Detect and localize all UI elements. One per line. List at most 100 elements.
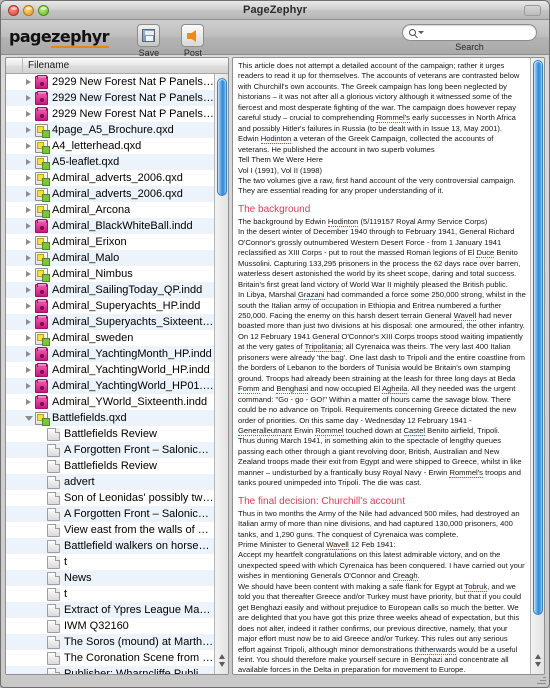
- disclosure-triangle-closed-icon[interactable]: [24, 127, 33, 133]
- toolbar-toggle-button[interactable]: [524, 5, 541, 16]
- disclosure-triangle-closed-icon[interactable]: [24, 239, 33, 245]
- document-text[interactable]: This article does not attempt a detailed…: [233, 58, 530, 674]
- indd-file-icon: [35, 346, 48, 361]
- doc-file-icon: [47, 603, 60, 617]
- scroll-up-icon[interactable]: [534, 653, 541, 659]
- chevron-down-icon[interactable]: [418, 31, 424, 34]
- scroll-up-icon[interactable]: [218, 653, 225, 659]
- post-button[interactable]: Post: [171, 24, 215, 58]
- disclosure-triangle-closed-icon[interactable]: [24, 207, 33, 213]
- file-list-scroll-track[interactable]: [216, 74, 227, 646]
- file-name-label: Battlefields Review: [64, 428, 157, 440]
- file-list-item[interactable]: 2929 New Forest Nat P Panels.indd: [6, 74, 214, 90]
- file-list-item[interactable]: Admiral_YWorld_Sixteenth.indd: [6, 394, 214, 410]
- file-name-label: Battlefield walkers on horseback...: [64, 540, 214, 552]
- disclosure-triangle-closed-icon[interactable]: [24, 223, 33, 229]
- disclosure-triangle-closed-icon[interactable]: [24, 367, 33, 373]
- disclosure-triangle-closed-icon[interactable]: [24, 255, 33, 261]
- file-list-item[interactable]: Publisher: Wharncliffe Publishing...: [6, 666, 214, 674]
- doc-bg-p5: Thus during March 1941, in something aki…: [238, 436, 522, 488]
- file-list-item[interactable]: The Soros (mound) at Marthon fr...: [6, 634, 214, 650]
- disclosure-triangle-closed-icon[interactable]: [24, 319, 33, 325]
- disclosure-triangle-closed-icon[interactable]: [24, 95, 33, 101]
- post-icon: [181, 24, 205, 47]
- file-list-item[interactable]: A Forgotten Front – Salonica: Fir...: [6, 506, 214, 522]
- file-list-item[interactable]: Admiral_Erixon: [6, 234, 214, 250]
- doc-file-icon: [47, 651, 60, 665]
- scroll-down-icon[interactable]: [218, 661, 225, 667]
- file-list-item[interactable]: A5-leaflet.qxd: [6, 154, 214, 170]
- disclosure-triangle-open-icon[interactable]: [24, 415, 33, 421]
- doc-file-icon: [47, 459, 60, 473]
- file-list-item[interactable]: A4_letterhead.qxd: [6, 138, 214, 154]
- qxd-file-icon: [35, 411, 50, 426]
- file-list-item[interactable]: Admiral_adverts_2006.qxd: [6, 186, 214, 202]
- file-list-item[interactable]: Admiral_BlackWhiteBall.indd: [6, 218, 214, 234]
- file-name-label: 4page_A5_Brochure.qxd: [52, 124, 174, 136]
- file-list-item[interactable]: Admiral_sweden: [6, 330, 214, 346]
- file-list-item[interactable]: Admiral_Nimbus: [6, 266, 214, 282]
- file-list-item[interactable]: 2929 New Forest Nat P Panels02.indd: [6, 90, 214, 106]
- search-input[interactable]: [427, 26, 536, 39]
- file-list-item[interactable]: Admiral_Superyachts_Sixteenth.indd: [6, 314, 214, 330]
- file-list-item[interactable]: The Coronation Scene from Nap...: [6, 650, 214, 666]
- file-list-item[interactable]: Battlefields.qxd: [6, 410, 214, 426]
- file-list-item[interactable]: Extract of Ypres League Map of t...: [6, 602, 214, 618]
- text-viewer-scroll-track[interactable]: [532, 58, 543, 646]
- file-name-label: Admiral_Malo: [52, 252, 120, 264]
- file-list-item[interactable]: 4page_A5_Brochure.qxd: [6, 122, 214, 138]
- file-list-item[interactable]: Battlefields Review: [6, 458, 214, 474]
- file-list-item[interactable]: IWM Q32160: [6, 618, 214, 634]
- file-list-scroll-arrows[interactable]: [215, 646, 228, 674]
- disclosure-triangle-closed-icon[interactable]: [24, 351, 33, 357]
- file-list-item[interactable]: t: [6, 554, 214, 570]
- disclosure-triangle-closed-icon[interactable]: [24, 383, 33, 389]
- file-list-item[interactable]: Admiral_SailingToday_QP.indd: [6, 282, 214, 298]
- file-list-item[interactable]: Admiral_Malo: [6, 250, 214, 266]
- text-viewer-scroll-arrows[interactable]: [531, 646, 544, 674]
- search-field[interactable]: [402, 24, 537, 41]
- file-list-item[interactable]: advert: [6, 474, 214, 490]
- file-name-label: Admiral_adverts_2006.qxd: [52, 188, 183, 200]
- disclosure-triangle-closed-icon[interactable]: [24, 159, 33, 165]
- text-viewer-scrollbar[interactable]: [530, 58, 544, 674]
- save-button[interactable]: Save: [127, 24, 171, 58]
- file-list-item[interactable]: Admiral_Superyachts_HP.indd: [6, 298, 214, 314]
- disclosure-triangle-closed-icon[interactable]: [24, 191, 33, 197]
- disclosure-triangle-closed-icon[interactable]: [24, 79, 33, 85]
- file-list-item[interactable]: Battlefield walkers on horseback...: [6, 538, 214, 554]
- file-list-item[interactable]: Son of Leonidas' possibly twin b...: [6, 490, 214, 506]
- file-list-scrollbar[interactable]: [214, 74, 228, 674]
- file-list-scroll-thumb[interactable]: [217, 78, 227, 196]
- disclosure-triangle-closed-icon[interactable]: [24, 335, 33, 341]
- window-resize-grip[interactable]: [535, 673, 548, 686]
- disclosure-triangle-closed-icon[interactable]: [24, 399, 33, 405]
- qxd-file-icon: [35, 187, 50, 202]
- disclosure-triangle-closed-icon[interactable]: [24, 271, 33, 277]
- indd-file-icon: [35, 314, 48, 329]
- file-list-item[interactable]: Admiral_YachtingMonth_HP.indd: [6, 346, 214, 362]
- disclosure-triangle-closed-icon[interactable]: [24, 303, 33, 309]
- disclosure-triangle-closed-icon[interactable]: [24, 175, 33, 181]
- qxd-file-icon: [35, 123, 50, 138]
- file-list-item[interactable]: Admiral_YachtingWorld_HP01.indd: [6, 378, 214, 394]
- file-name-label: Admiral_YachtingMonth_HP.indd: [52, 348, 212, 360]
- file-list-item[interactable]: Admiral_Arcona: [6, 202, 214, 218]
- file-list-item[interactable]: News: [6, 570, 214, 586]
- file-list-item[interactable]: Admiral_adverts_2006.qxd: [6, 170, 214, 186]
- file-list-item[interactable]: Admiral_YachtingWorld_HP.indd: [6, 362, 214, 378]
- column-header-filename[interactable]: Filename: [23, 60, 69, 71]
- disclosure-triangle-closed-icon[interactable]: [24, 287, 33, 293]
- text-viewer-scroll-thumb[interactable]: [533, 60, 543, 615]
- file-list-item[interactable]: 2929 New Forest Nat P Panels03.indd: [6, 106, 214, 122]
- scroll-down-icon[interactable]: [534, 661, 541, 667]
- file-name-label: Admiral_YachtingWorld_HP01.indd: [52, 380, 214, 392]
- file-list-item[interactable]: A Forgotten Front – Salonica: Fir...: [6, 442, 214, 458]
- file-list-item[interactable]: t: [6, 586, 214, 602]
- doc-bg-p3: In Libya, Marshal Grazani had commanded …: [238, 290, 526, 331]
- disclosure-triangle-closed-icon[interactable]: [24, 143, 33, 149]
- file-name-label: Admiral_Arcona: [52, 204, 131, 216]
- disclosure-triangle-closed-icon[interactable]: [24, 111, 33, 117]
- file-list-item[interactable]: View east from the walls of ancie...: [6, 522, 214, 538]
- file-list-item[interactable]: Battlefields Review: [6, 426, 214, 442]
